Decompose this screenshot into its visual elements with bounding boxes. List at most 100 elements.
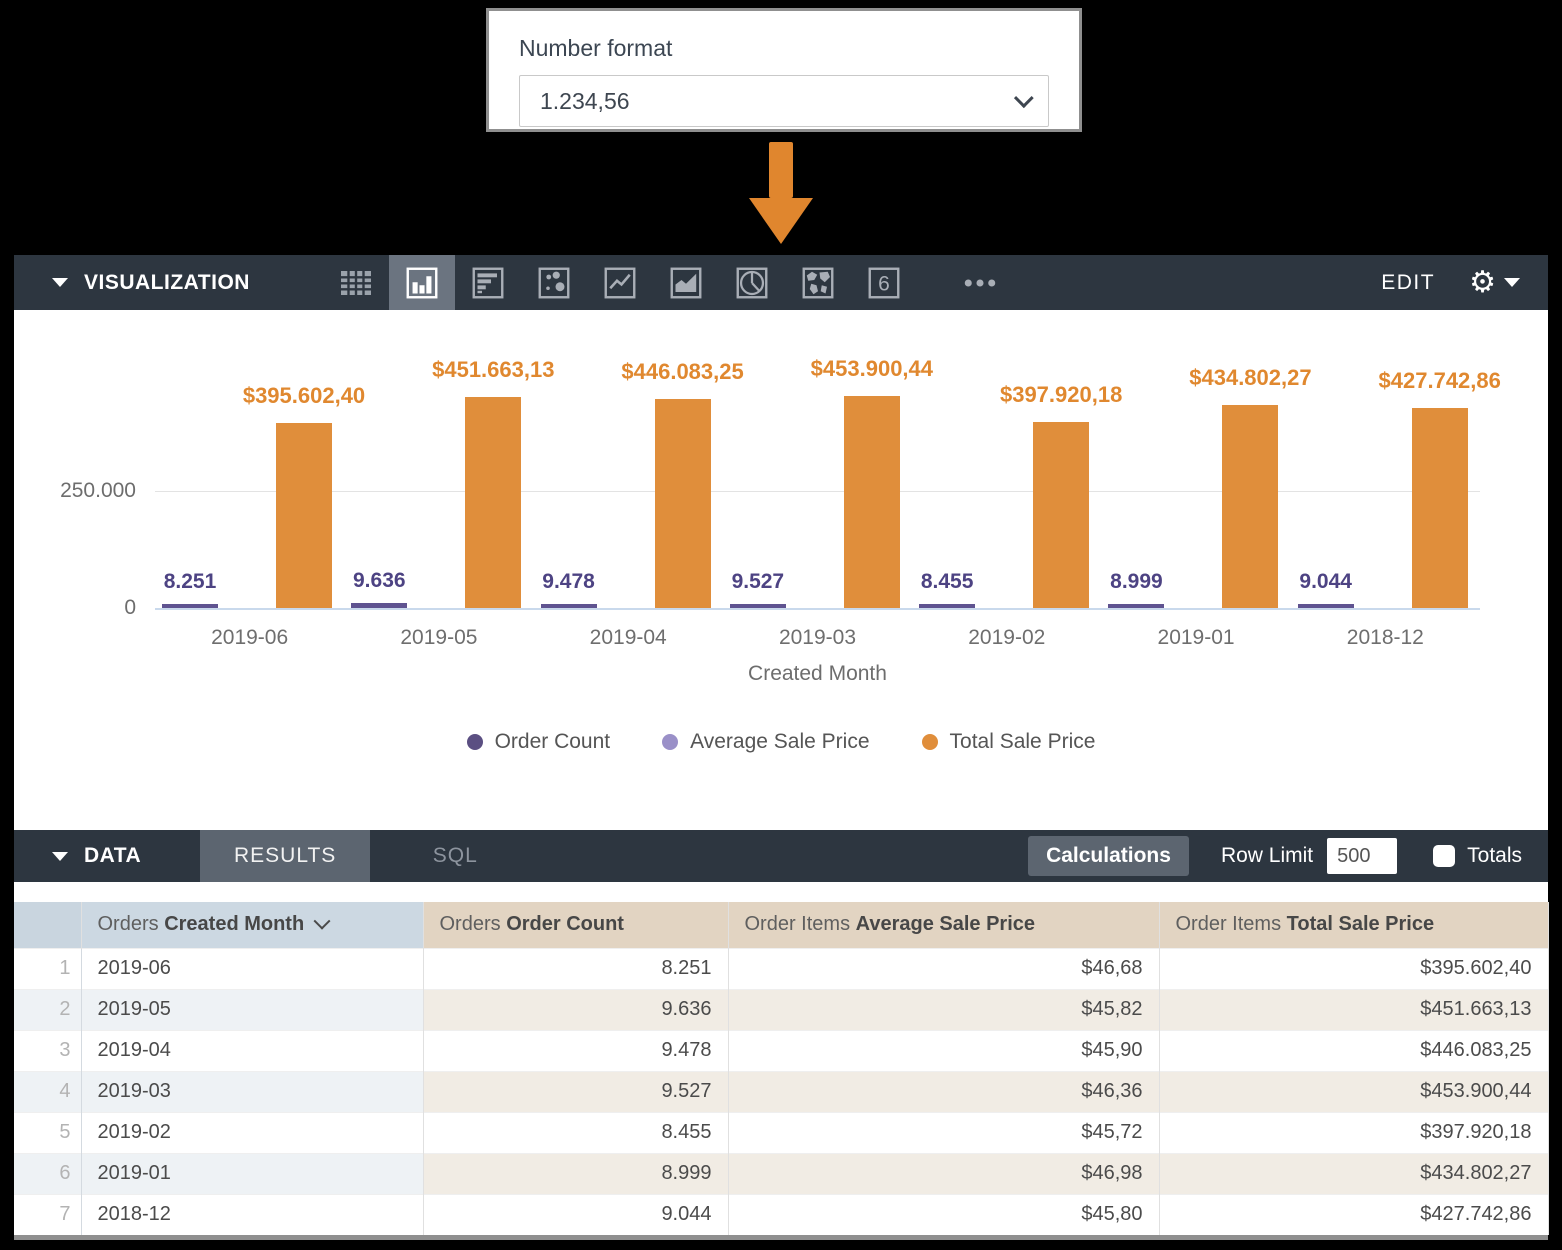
table-cell[interactable]: $46,98 bbox=[728, 1153, 1159, 1194]
visualization-bar: VISUALIZATION 6 EDIT ⚙ bbox=[14, 255, 1548, 310]
total-sale-price-bar[interactable] bbox=[276, 423, 332, 608]
more-icon[interactable] bbox=[947, 255, 1013, 310]
number-format-label: Number format bbox=[519, 35, 1049, 62]
chart-legend: Order Count Average Sale Price Total Sale … bbox=[14, 730, 1548, 754]
table-cell[interactable]: 9.636 bbox=[423, 989, 728, 1030]
table-cell[interactable]: 9.478 bbox=[423, 1030, 728, 1071]
table-cell[interactable]: 9.527 bbox=[423, 1071, 728, 1112]
visualization-header[interactable]: VISUALIZATION bbox=[14, 271, 323, 295]
table-cell[interactable]: 8.455 bbox=[423, 1112, 728, 1153]
order-count-label: 9.044 bbox=[1285, 570, 1367, 594]
table-cell[interactable]: $395.602,40 bbox=[1159, 948, 1548, 989]
scrollbar-track[interactable] bbox=[14, 1235, 1548, 1240]
x-axis-line bbox=[155, 608, 1480, 610]
legend-item[interactable]: Order Count bbox=[467, 730, 611, 754]
table-cell[interactable]: 2019-06 bbox=[81, 948, 423, 989]
order-count-bar[interactable] bbox=[919, 604, 975, 608]
table-cell[interactable]: $397.920,18 bbox=[1159, 1112, 1548, 1153]
chart: Created Month 250.00002019-068.251$395.6… bbox=[14, 310, 1548, 830]
total-sale-price-bar[interactable] bbox=[1222, 405, 1278, 608]
total-sale-price-bar[interactable] bbox=[655, 399, 711, 608]
total-sale-price-bar[interactable] bbox=[1412, 408, 1468, 608]
order-count-label: 9.527 bbox=[717, 570, 799, 594]
column-header[interactable]: Orders Order Count bbox=[423, 902, 728, 948]
bar-group: 8.455$397.920,18 bbox=[912, 310, 1101, 608]
tab-results[interactable]: RESULTS bbox=[200, 830, 370, 882]
table-icon[interactable] bbox=[323, 255, 389, 310]
table-cell[interactable]: $45,72 bbox=[728, 1112, 1159, 1153]
column-field-name: Average Sale Price bbox=[856, 913, 1035, 935]
legend-item[interactable]: Average Sale Price bbox=[662, 730, 869, 754]
table-row: 62019-018.999$46,98$434.802,27 bbox=[14, 1153, 1548, 1194]
bar-group: 9.044$427.742,86 bbox=[1291, 310, 1480, 608]
table-cell[interactable]: $46,68 bbox=[728, 948, 1159, 989]
results-table: Orders Created MonthOrders Order CountOr… bbox=[14, 902, 1549, 1235]
table-cell[interactable]: 8.999 bbox=[423, 1153, 728, 1194]
table-row: 52019-028.455$45,72$397.920,18 bbox=[14, 1112, 1548, 1153]
x-axis-title: Created Month bbox=[155, 662, 1480, 686]
order-count-bar[interactable] bbox=[162, 604, 218, 608]
order-count-bar[interactable] bbox=[541, 604, 597, 608]
viz-toolbar: 6 bbox=[323, 255, 1013, 310]
order-count-bar[interactable] bbox=[1108, 604, 1164, 608]
total-sale-price-bar[interactable] bbox=[1033, 422, 1089, 608]
column-header[interactable]: Orders Created Month bbox=[81, 902, 423, 948]
table-cell[interactable]: $446.083,25 bbox=[1159, 1030, 1548, 1071]
edit-button[interactable]: EDIT bbox=[1381, 271, 1435, 295]
table-cell[interactable]: $45,90 bbox=[728, 1030, 1159, 1071]
table-cell[interactable]: $45,80 bbox=[728, 1194, 1159, 1235]
row-limit-input[interactable] bbox=[1327, 838, 1397, 874]
gear-icon[interactable]: ⚙ bbox=[1469, 268, 1496, 298]
column-header[interactable]: Order Items Average Sale Price bbox=[728, 902, 1159, 948]
data-tabs: RESULTSSQL bbox=[200, 830, 540, 882]
table-cell[interactable]: $434.802,27 bbox=[1159, 1153, 1548, 1194]
sort-chevron-icon bbox=[314, 913, 331, 930]
legend-item[interactable]: Total Sale Price bbox=[922, 730, 1096, 754]
table-cell[interactable]: 2019-02 bbox=[81, 1112, 423, 1153]
x-axis-tick: 2018-12 bbox=[1291, 626, 1480, 650]
table-cell[interactable]: 2019-05 bbox=[81, 989, 423, 1030]
table-cell[interactable]: 2018-12 bbox=[81, 1194, 423, 1235]
visualization-title: VISUALIZATION bbox=[84, 271, 250, 295]
tab-sql[interactable]: SQL bbox=[370, 830, 540, 882]
order-count-label: 8.455 bbox=[906, 570, 988, 594]
order-count-bar[interactable] bbox=[351, 603, 407, 608]
single-value-icon[interactable]: 6 bbox=[851, 255, 917, 310]
table-cell[interactable]: 9.044 bbox=[423, 1194, 728, 1235]
gear-caret-icon[interactable] bbox=[1504, 278, 1520, 287]
column-view-name: Orders bbox=[98, 913, 165, 935]
table-cell[interactable]: 8.251 bbox=[423, 948, 728, 989]
map-chart-icon[interactable] bbox=[785, 255, 851, 310]
data-header[interactable]: DATA bbox=[14, 844, 200, 868]
table-cell[interactable]: $453.900,44 bbox=[1159, 1071, 1548, 1112]
table-cell[interactable]: $451.663,13 bbox=[1159, 989, 1548, 1030]
column-chart-icon[interactable] bbox=[389, 255, 455, 310]
totals-checkbox[interactable] bbox=[1433, 845, 1455, 867]
table-cell[interactable]: 2019-01 bbox=[81, 1153, 423, 1194]
chevron-down-icon bbox=[1014, 88, 1034, 108]
table-cell[interactable]: $427.742,86 bbox=[1159, 1194, 1548, 1235]
bar-chart-icon[interactable] bbox=[455, 255, 521, 310]
number-format-panel: Number format 1.234,56 bbox=[486, 8, 1082, 132]
row-number: 1 bbox=[14, 948, 81, 989]
area-chart-icon[interactable] bbox=[653, 255, 719, 310]
calculations-button[interactable]: Calculations bbox=[1028, 836, 1189, 876]
total-sale-price-bar[interactable] bbox=[844, 396, 900, 608]
order-count-bar[interactable] bbox=[1298, 604, 1354, 608]
order-count-bar[interactable] bbox=[730, 604, 786, 608]
table-cell[interactable]: 2019-04 bbox=[81, 1030, 423, 1071]
total-sale-price-label: $427.742,86 bbox=[1379, 368, 1501, 394]
table-row: 32019-049.478$45,90$446.083,25 bbox=[14, 1030, 1548, 1071]
number-format-select[interactable]: 1.234,56 bbox=[519, 75, 1049, 127]
scatter-chart-icon[interactable] bbox=[521, 255, 587, 310]
row-number: 3 bbox=[14, 1030, 81, 1071]
table-cell[interactable]: 2019-03 bbox=[81, 1071, 423, 1112]
table-cell[interactable]: $45,82 bbox=[728, 989, 1159, 1030]
table-cell[interactable]: $46,36 bbox=[728, 1071, 1159, 1112]
line-chart-icon[interactable] bbox=[587, 255, 653, 310]
total-sale-price-bar[interactable] bbox=[465, 397, 521, 608]
column-header[interactable]: Order Items Total Sale Price bbox=[1159, 902, 1548, 948]
column-view-name: Order Items bbox=[745, 913, 856, 935]
pie-chart-icon[interactable] bbox=[719, 255, 785, 310]
column-view-name: Orders bbox=[440, 913, 507, 935]
